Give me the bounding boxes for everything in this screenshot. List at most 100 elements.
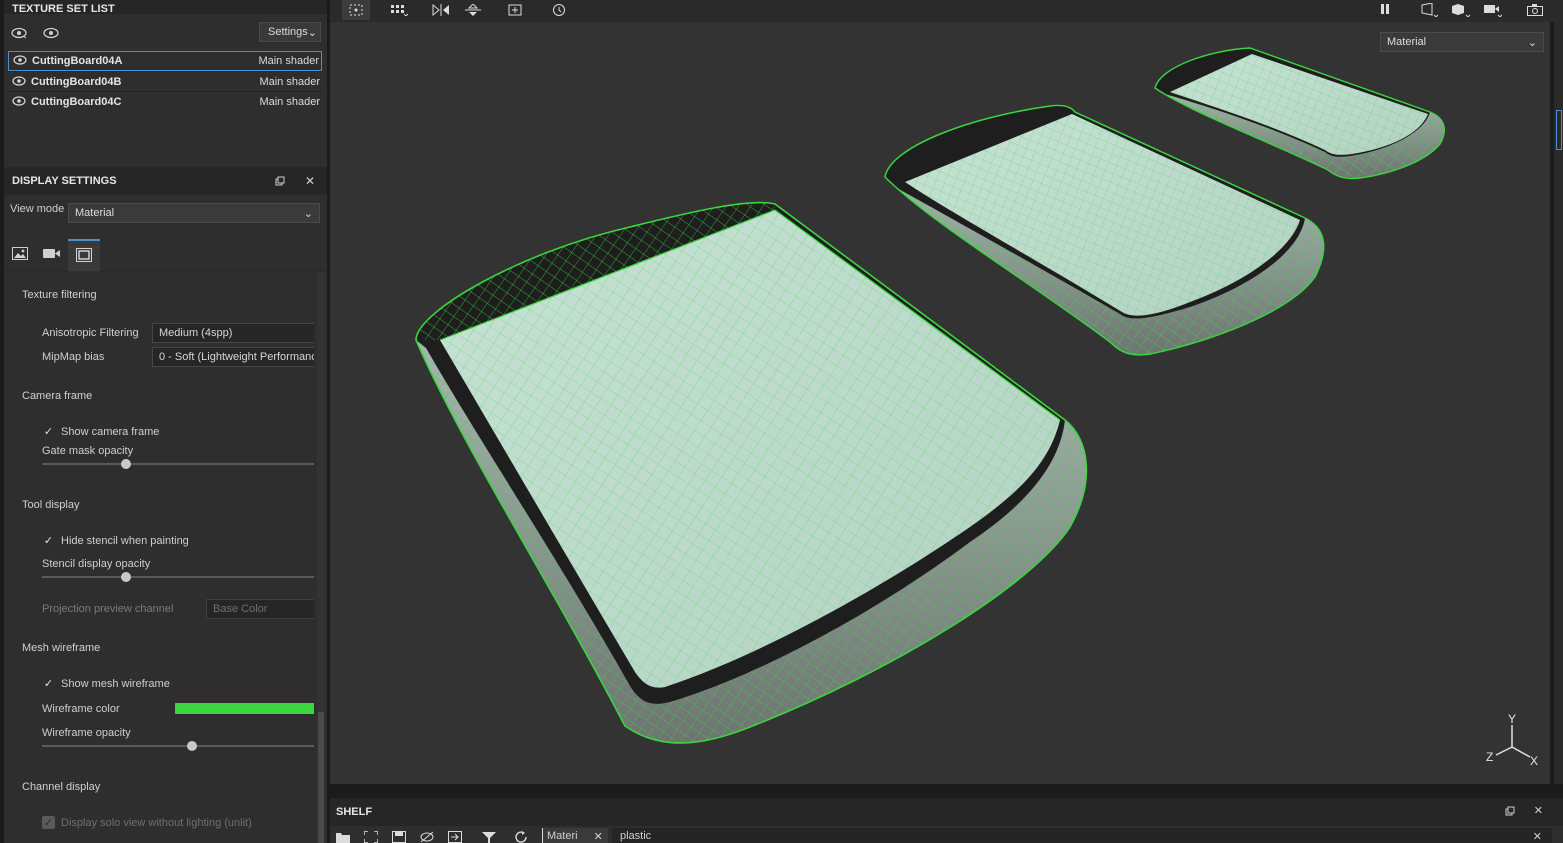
viewport-material-value: Material [1387, 36, 1427, 48]
slider-track [42, 463, 314, 465]
show-wireframe-label: Show mesh wireframe [61, 677, 170, 690]
axis-x-label: X [1530, 754, 1538, 768]
scrollbar-thumb[interactable] [318, 712, 324, 843]
add-frame-icon[interactable] [502, 0, 528, 20]
chevron-down-icon: ⌄ [1527, 36, 1537, 49]
mipmap-dropdown[interactable]: 0 - Soft (Lightweight Performance) [152, 347, 314, 367]
slider-knob[interactable] [121, 459, 132, 469]
hide-icon[interactable] [418, 830, 436, 843]
cutting-board-b [884, 104, 1325, 356]
close-icon[interactable]: ✕ [301, 0, 319, 7]
shelf-tab-materials[interactable]: Materi ✕ [542, 828, 608, 843]
camera-frame-title: Camera frame [22, 390, 93, 402]
texture-set-name: CuttingBoard04B [31, 75, 122, 88]
view-mode-row: View mode [10, 203, 64, 215]
slider-knob[interactable] [121, 572, 132, 582]
texture-set-toolbar: Settings ⌄ [4, 20, 327, 46]
gate-mask-slider[interactable] [42, 459, 314, 469]
folder-icon[interactable] [334, 830, 352, 843]
texture-set-name: CuttingBoard04A [32, 55, 123, 67]
camera-icon [43, 248, 61, 262]
cutting-board-a [415, 201, 1088, 744]
mesh-wireframe-title: Mesh wireframe [22, 642, 101, 654]
save-icon[interactable] [390, 830, 408, 843]
checkmark-icon: ✓ [43, 535, 54, 547]
texture-set-name: CuttingBoard04C [31, 95, 122, 108]
slider-track [42, 576, 314, 578]
selection-mode-icon[interactable] [342, 0, 370, 20]
screenshot-icon[interactable] [1522, 0, 1548, 20]
shelf-search-input[interactable]: plastic ✕ [612, 828, 1552, 843]
import-icon[interactable] [446, 830, 464, 843]
image-icon [12, 247, 28, 263]
slider-track [42, 745, 314, 747]
display-settings-tabs [4, 239, 327, 271]
stencil-opacity-slider[interactable] [42, 572, 314, 582]
cube-view-icon[interactable] [1448, 0, 1474, 20]
grid-dropdown-icon[interactable] [386, 0, 412, 20]
show-camera-frame-checkbox[interactable]: ✓ Show camera frame [42, 425, 160, 439]
projection-channel-value: Base Color [213, 603, 268, 615]
texture-set-row[interactable]: CuttingBoard04B Main shader [8, 71, 322, 91]
display-settings-panel: View mode Material ⌄ Texture filtering A… [4, 195, 327, 843]
texture-set-row[interactable]: CuttingBoard04A Main shader [8, 51, 322, 71]
mipmap-label: MipMap bias [42, 351, 105, 363]
camera-view-icon[interactable] [1480, 0, 1506, 20]
eye-icon[interactable] [42, 24, 60, 42]
shelf-search-value: plastic [620, 830, 652, 842]
undock-icon[interactable] [271, 0, 289, 7]
undock-icon[interactable] [271, 167, 289, 195]
close-icon[interactable]: ✕ [301, 167, 319, 195]
3d-viewport[interactable]: Material ⌄ Y Z X [330, 22, 1550, 784]
hide-stencil-label: Hide stencil when painting [61, 534, 189, 547]
eye-icon[interactable] [13, 55, 29, 67]
close-tab-icon[interactable]: ✕ [594, 830, 603, 843]
texture-filtering-title: Texture filtering [22, 289, 97, 301]
eye-icon[interactable] [12, 95, 28, 108]
visibility-toggle-icon[interactable] [10, 24, 28, 42]
view-mode-label: View mode [10, 203, 65, 215]
pause-icon[interactable] [1372, 0, 1398, 20]
hide-stencil-checkbox[interactable]: ✓ Hide stencil when painting [42, 534, 189, 548]
history-icon[interactable] [546, 0, 572, 20]
texture-set-shader[interactable]: Main shader [259, 76, 320, 88]
display-settings-scrollbar[interactable] [317, 272, 325, 843]
eye-icon[interactable] [12, 75, 28, 88]
solo-unlit-checkbox[interactable]: ✓ Display solo view without lighting (un… [42, 816, 252, 829]
show-wireframe-checkbox[interactable]: ✓ Show mesh wireframe [42, 677, 170, 691]
shelf-toolbar: Materi ✕ plastic ✕ [330, 828, 1563, 843]
clear-search-icon[interactable]: ✕ [1533, 830, 1542, 843]
texture-set-list: CuttingBoard04A Main shader CuttingBoard… [8, 51, 322, 111]
view-mode-value: Material [75, 207, 115, 219]
wireframe-opacity-slider[interactable] [42, 741, 314, 751]
projection-channel-dropdown[interactable]: Base Color [206, 599, 314, 619]
undock-icon[interactable] [1505, 806, 1515, 819]
mirror-axis-icon[interactable] [460, 0, 486, 20]
close-icon[interactable]: ✕ [1534, 804, 1543, 817]
tab-environment[interactable] [4, 239, 36, 271]
viewport-material-dropdown[interactable]: Material ⌄ [1380, 32, 1544, 52]
perspective-view-icon[interactable] [1416, 0, 1442, 20]
view-mode-dropdown[interactable]: Material ⌄ [68, 203, 320, 223]
wireframe-opacity-label: Wireframe opacity [42, 727, 131, 739]
settings-label: Settings [268, 26, 308, 38]
texture-set-row[interactable]: CuttingBoard04C Main shader [8, 91, 322, 111]
texture-set-shader[interactable]: Main shader [259, 96, 320, 108]
symmetry-icon[interactable] [428, 0, 454, 20]
expand-icon[interactable] [362, 830, 380, 843]
filter-icon[interactable] [480, 830, 498, 843]
channel-display-title: Channel display [22, 781, 101, 793]
refresh-icon[interactable] [512, 830, 530, 843]
display-settings-title: DISPLAY SETTINGS [12, 175, 117, 187]
display-settings-scroll[interactable]: Texture filtering Anisotropic Filtering … [4, 272, 314, 843]
tab-camera[interactable] [36, 239, 68, 271]
slider-knob[interactable] [186, 741, 197, 751]
wireframe-color-swatch[interactable] [174, 702, 314, 715]
texture-set-shader[interactable]: Main shader [258, 55, 319, 67]
chevron-down-icon: ⌄ [307, 26, 317, 39]
tab-viewport[interactable] [68, 239, 100, 271]
anisotropic-label: Anisotropic Filtering [42, 327, 139, 339]
side-tab[interactable] [1556, 110, 1562, 150]
anisotropic-dropdown[interactable]: Medium (4spp) [152, 323, 314, 343]
settings-dropdown[interactable]: Settings ⌄ [259, 22, 321, 42]
